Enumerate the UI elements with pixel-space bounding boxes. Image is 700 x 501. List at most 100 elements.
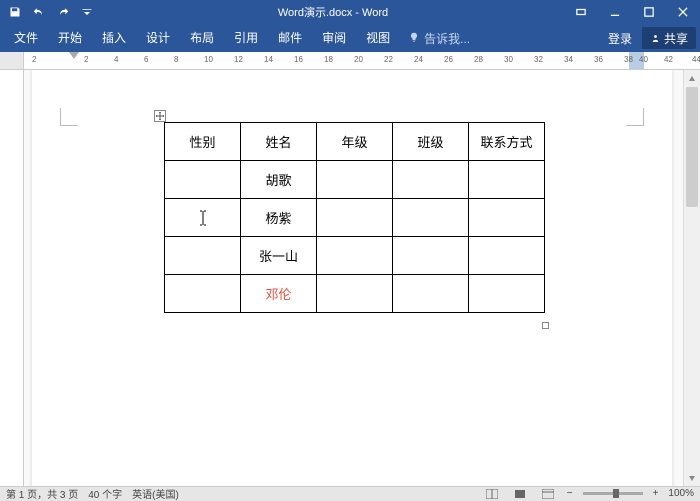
table-cell[interactable]: 张一山 bbox=[241, 237, 317, 275]
table-resize-handle[interactable] bbox=[542, 322, 549, 329]
ruler-mark: 42 bbox=[664, 55, 673, 64]
table-cell[interactable] bbox=[393, 275, 469, 313]
table-row[interactable]: 杨紫 bbox=[165, 199, 545, 237]
header-cell[interactable]: 班级 bbox=[393, 123, 469, 161]
zoom-slider[interactable] bbox=[583, 492, 643, 495]
table-header-row[interactable]: 性别 姓名 年级 班级 联系方式 bbox=[165, 123, 545, 161]
save-button[interactable] bbox=[4, 1, 26, 23]
login-button[interactable]: 登录 bbox=[598, 30, 642, 47]
window-title: Word演示.docx - Word bbox=[102, 4, 564, 20]
status-bar: 第 1 页，共 3 页 40 个字 英语(美国) − + 100% bbox=[0, 486, 700, 500]
minimize-button[interactable] bbox=[598, 0, 632, 24]
ruler-mark: 28 bbox=[474, 55, 483, 64]
status-page[interactable]: 第 1 页，共 3 页 bbox=[6, 486, 78, 501]
table-cell[interactable] bbox=[469, 199, 545, 237]
scroll-up-button[interactable] bbox=[684, 70, 700, 87]
tab-insert[interactable]: 插入 bbox=[92, 24, 136, 52]
table-cell[interactable] bbox=[469, 237, 545, 275]
ruler-mark: 36 bbox=[594, 55, 603, 64]
ruler-mark: 12 bbox=[234, 55, 243, 64]
tab-references[interactable]: 引用 bbox=[224, 24, 268, 52]
ruler-scale[interactable]: 2246810121416182022242628303234363840424… bbox=[24, 52, 700, 69]
maximize-button[interactable] bbox=[632, 0, 666, 24]
scroll-thumb[interactable] bbox=[686, 87, 698, 207]
view-print-button[interactable] bbox=[511, 488, 529, 500]
table-cell[interactable] bbox=[165, 161, 241, 199]
share-icon bbox=[650, 33, 661, 44]
text-cursor-icon bbox=[198, 210, 208, 226]
status-words[interactable]: 40 个字 bbox=[88, 486, 122, 501]
tell-me-search[interactable]: 告诉我... bbox=[400, 30, 478, 47]
table-cell[interactable]: 杨紫 bbox=[241, 199, 317, 237]
view-web-button[interactable] bbox=[539, 488, 557, 500]
table-row[interactable]: 胡歌 bbox=[165, 161, 545, 199]
tab-home[interactable]: 开始 bbox=[48, 24, 92, 52]
table-cell[interactable] bbox=[165, 237, 241, 275]
table-cell[interactable]: 邓伦 bbox=[241, 275, 317, 313]
ruler-mark: 34 bbox=[564, 55, 573, 64]
zoom-out-button[interactable]: − bbox=[567, 488, 573, 499]
ruler-mark: 22 bbox=[384, 55, 393, 64]
tab-layout[interactable]: 布局 bbox=[180, 24, 224, 52]
table-cell[interactable] bbox=[165, 275, 241, 313]
table-cell[interactable] bbox=[317, 199, 393, 237]
undo-button[interactable] bbox=[28, 1, 50, 23]
ribbon-options-button[interactable] bbox=[564, 0, 598, 24]
share-button[interactable]: 共享 bbox=[642, 27, 696, 49]
margin-corner-tl bbox=[60, 108, 78, 126]
document-table[interactable]: 性别 姓名 年级 班级 联系方式 胡歌 bbox=[164, 122, 545, 313]
tab-mailings[interactable]: 邮件 bbox=[268, 24, 312, 52]
table-cell[interactable] bbox=[317, 237, 393, 275]
qat-customize-button[interactable] bbox=[76, 1, 98, 23]
close-button[interactable] bbox=[666, 0, 700, 24]
lightbulb-icon bbox=[408, 32, 420, 44]
table-cell[interactable] bbox=[393, 237, 469, 275]
scrollbar-vertical[interactable] bbox=[683, 70, 700, 486]
zoom-in-button[interactable]: + bbox=[653, 488, 659, 499]
redo-button[interactable] bbox=[52, 1, 74, 23]
indent-marker[interactable] bbox=[69, 52, 79, 59]
ruler-horizontal: 2246810121416182022242628303234363840424… bbox=[0, 52, 700, 70]
table-move-handle[interactable] bbox=[154, 110, 166, 122]
scroll-track[interactable] bbox=[684, 87, 700, 469]
header-cell[interactable]: 性别 bbox=[165, 123, 241, 161]
table-cell[interactable] bbox=[469, 161, 545, 199]
header-cell[interactable]: 姓名 bbox=[241, 123, 317, 161]
ribbon-tabs: 文件 开始 插入 设计 布局 引用 邮件 审阅 视图 告诉我... 登录 共享 bbox=[0, 24, 700, 52]
ruler-mark: 38 bbox=[624, 55, 633, 64]
tab-file[interactable]: 文件 bbox=[4, 24, 48, 52]
table-cell[interactable] bbox=[469, 275, 545, 313]
tab-design[interactable]: 设计 bbox=[136, 24, 180, 52]
zoom-level[interactable]: 100% bbox=[668, 488, 694, 499]
document-canvas[interactable]: 性别 姓名 年级 班级 联系方式 胡歌 bbox=[24, 70, 683, 486]
table-cell[interactable] bbox=[393, 161, 469, 199]
table-cell[interactable]: 胡歌 bbox=[241, 161, 317, 199]
ruler-mark: 40 bbox=[639, 55, 648, 64]
table-cell[interactable] bbox=[393, 199, 469, 237]
ruler-mark: 30 bbox=[504, 55, 513, 64]
ruler-mark: 20 bbox=[354, 55, 363, 64]
scroll-down-button[interactable] bbox=[684, 469, 700, 486]
status-language[interactable]: 英语(美国) bbox=[132, 486, 179, 501]
ruler-mark: 10 bbox=[204, 55, 213, 64]
ruler-mark: 16 bbox=[294, 55, 303, 64]
tab-view[interactable]: 视图 bbox=[356, 24, 400, 52]
header-cell[interactable]: 联系方式 bbox=[469, 123, 545, 161]
ruler-mark: 32 bbox=[534, 55, 543, 64]
ruler-mark: 24 bbox=[414, 55, 423, 64]
table-cell[interactable] bbox=[317, 275, 393, 313]
table-row[interactable]: 邓伦 bbox=[165, 275, 545, 313]
table-cell[interactable] bbox=[317, 161, 393, 199]
tab-review[interactable]: 审阅 bbox=[312, 24, 356, 52]
quick-access-toolbar bbox=[0, 1, 102, 23]
ruler-mark: 44 bbox=[692, 55, 700, 64]
titlebar: Word演示.docx - Word bbox=[0, 0, 700, 24]
window-controls bbox=[564, 0, 700, 24]
header-cell[interactable]: 年级 bbox=[317, 123, 393, 161]
page[interactable]: 性别 姓名 年级 班级 联系方式 胡歌 bbox=[32, 70, 672, 486]
table-row[interactable]: 张一山 bbox=[165, 237, 545, 275]
table-cell[interactable] bbox=[165, 199, 241, 237]
view-read-button[interactable] bbox=[483, 488, 501, 500]
ruler-vertical[interactable] bbox=[0, 70, 24, 486]
ruler-mark: 2 bbox=[32, 55, 36, 64]
